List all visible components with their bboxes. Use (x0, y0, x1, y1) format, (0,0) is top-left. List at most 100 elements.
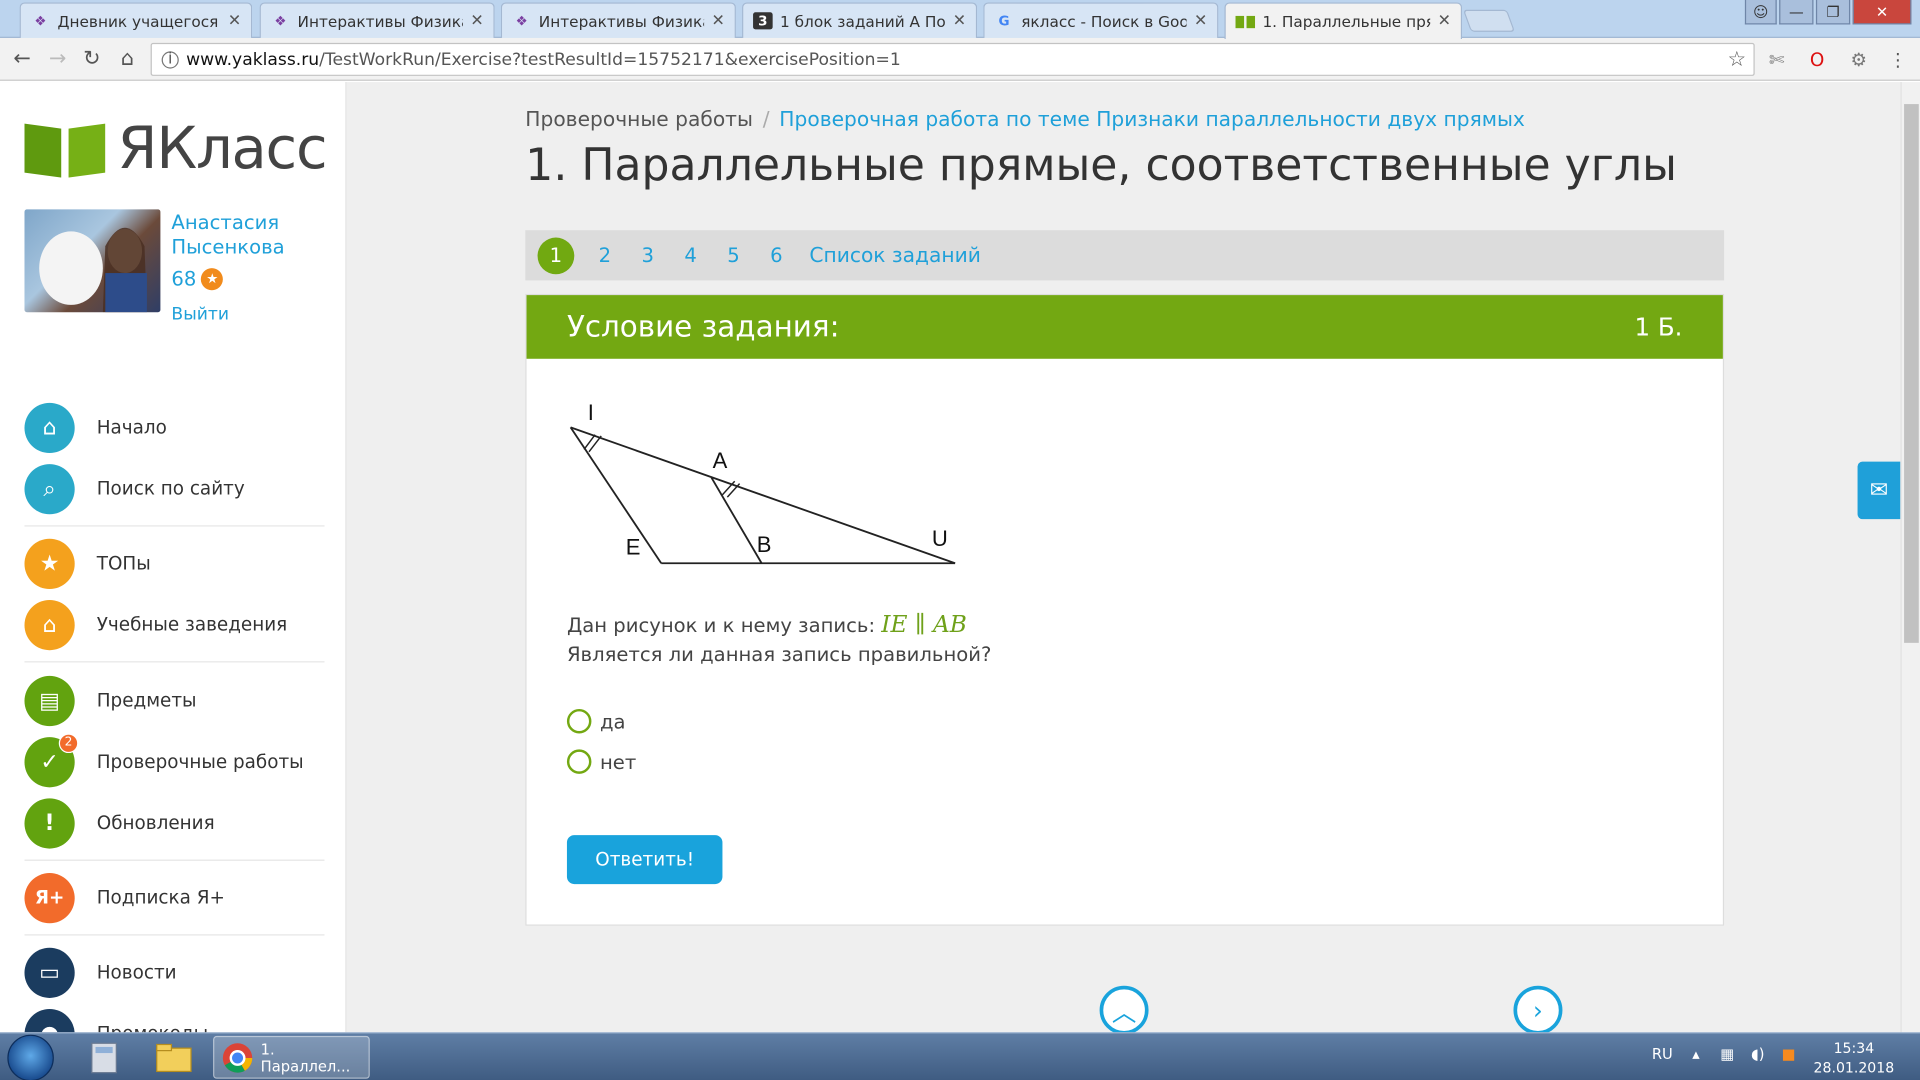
volume-icon[interactable]: ◖) (1751, 1046, 1764, 1063)
avatar[interactable] (24, 209, 161, 313)
tray-app-icon[interactable]: ■ (1782, 1046, 1796, 1063)
divider (24, 934, 325, 936)
forward-arrow-icon[interactable]: → (44, 45, 71, 72)
profile-icon[interactable]: ☺ (1744, 0, 1777, 25)
sidebar-item-subscription[interactable]: Я+ Подписка Я+ (24, 872, 225, 923)
browser-tab-active[interactable]: 1. Параллельные прямь ✕ (1224, 2, 1463, 40)
back-arrow-icon[interactable]: ← (9, 45, 36, 72)
breadcrumb-root[interactable]: Проверочные работы (525, 108, 753, 131)
system-clock[interactable]: 15:34 28.01.2018 (1810, 1038, 1898, 1077)
browser-tab-strip: ❖ Дневник учащегося УМ ✕ ❖ Интерактивы Ф… (0, 0, 1920, 40)
radio-button[interactable] (566, 708, 592, 734)
question-number-link[interactable]: 2 (593, 244, 617, 267)
task-list-link[interactable]: Список заданий (809, 244, 981, 267)
scroll-up-button[interactable]: ︿ (1099, 985, 1149, 1033)
answer-option-no[interactable]: нет (566, 749, 636, 774)
submit-answer-button[interactable]: Ответить! (566, 835, 723, 885)
star-icon: ★ (24, 538, 75, 589)
question-number-link[interactable]: 5 (721, 244, 745, 267)
info-icon[interactable]: i (161, 50, 179, 69)
question-number-link[interactable]: 3 (636, 244, 660, 267)
sidebar-item-updates[interactable]: ! Обновления (24, 797, 215, 848)
home-icon: ⌂ (24, 402, 75, 453)
yaklass-logo[interactable]: ЯКласс (24, 115, 328, 182)
logout-link[interactable]: Выйти (171, 305, 229, 325)
task-header-title: Условие задания: (566, 309, 840, 345)
browser-tab[interactable]: 3 1 блок заданий А По ср ✕ (742, 2, 978, 38)
yaklass-icon (1235, 13, 1256, 30)
task-question-text: Является ли данная запись правильной? (566, 642, 992, 667)
task-card: Условие задания: 1 Б. I A E B U Дан рису… (525, 293, 1725, 926)
answer-option-yes[interactable]: да (566, 708, 626, 734)
close-window-button[interactable]: ✕ (1852, 0, 1912, 25)
start-button[interactable] (7, 1034, 54, 1080)
sidebar-item-tops[interactable]: ★ ТОПы (24, 538, 151, 589)
close-tab-icon[interactable]: ✕ (953, 12, 966, 30)
task-question: Дан рисунок и к нему запись: IE ∥ AB Явл… (567, 610, 991, 670)
bookmark-star-icon[interactable]: ☆ (1727, 48, 1746, 72)
sidebar-item-search[interactable]: ⌕ Поиск по сайту (24, 463, 245, 514)
chat-icon: ▭ (24, 947, 75, 998)
sidebar-item-schools[interactable]: ⌂ Учебные заведения (24, 599, 287, 650)
exclamation-icon: ! (24, 797, 75, 848)
question-number-link[interactable]: 6 (764, 244, 788, 267)
sidebar-item-tests[interactable]: ✓ 2 Проверочные работы (24, 732, 304, 787)
question-navigation: 1 2 3 4 5 6 Список заданий (525, 230, 1725, 281)
address-bar[interactable]: i www.yaklass.ru/TestWorkRun/Exercise?te… (150, 42, 1755, 76)
browser-tab[interactable]: ❖ Интерактивы Физика 7- ✕ (259, 2, 495, 38)
close-tab-icon[interactable]: ✕ (712, 12, 725, 30)
sidebar-item-subjects[interactable]: ▤ Предметы (24, 675, 197, 726)
taskbar-chrome-window[interactable]: 1. Параллел... (213, 1035, 370, 1079)
opera-icon[interactable]: O (1804, 47, 1831, 74)
scrollbar-thumb[interactable] (1904, 104, 1919, 643)
next-question-button[interactable]: › (1513, 985, 1563, 1033)
line-IE (569, 426, 662, 564)
question-number-current[interactable]: 1 (537, 236, 575, 274)
tray-expand-icon[interactable]: ▴ (1692, 1046, 1699, 1063)
book-icon: ▤ (24, 675, 75, 726)
close-tab-icon[interactable]: ✕ (1194, 12, 1207, 30)
minimize-button[interactable]: — (1779, 0, 1814, 25)
task-prompt: Дан рисунок и к нему запись: (566, 613, 876, 637)
maximize-button[interactable]: ❐ (1815, 0, 1851, 25)
user-points: 68 ★ (171, 267, 224, 290)
browser-tab[interactable]: ❖ Интерактивы Физика 7- ✕ (500, 2, 736, 38)
sidebar-item-news[interactable]: ▭ Новости (24, 947, 177, 998)
question-number-link[interactable]: 4 (678, 244, 702, 267)
close-tab-icon[interactable]: ✕ (1438, 12, 1451, 30)
reload-icon[interactable]: ↻ (78, 45, 105, 72)
radio-button[interactable] (566, 749, 592, 774)
google-icon: G (998, 12, 1010, 29)
sidebar-item-promo[interactable]: ● Промокоды (24, 1008, 208, 1033)
close-tab-icon[interactable]: ✕ (228, 12, 241, 30)
divider (24, 859, 325, 861)
sidebar: ЯКласс Анастасия Пысенкова 68 ★ Выйти ⌂ Н… (0, 82, 347, 1033)
breadcrumb-current[interactable]: Проверочная работа по теме Признаки пара… (779, 108, 1525, 131)
calculator-icon[interactable] (76, 1036, 132, 1079)
line-AB (710, 477, 763, 564)
check-icon: ✓ 2 (24, 732, 79, 787)
label-B: B (757, 532, 772, 557)
chrome-icon (222, 1042, 253, 1073)
extension-icon[interactable]: ✄ (1763, 47, 1790, 74)
close-tab-icon[interactable]: ✕ (470, 12, 483, 30)
breadcrumb-separator: / (762, 107, 770, 132)
user-name[interactable]: Анастасия Пысенкова (171, 211, 330, 260)
browser-tab[interactable]: G якласс - Поиск в Google ✕ (983, 2, 1219, 38)
chevron-up-icon: ︿ (1111, 997, 1137, 1027)
yaplus-icon: Я+ (24, 872, 75, 923)
sidebar-item-home[interactable]: ⌂ Начало (24, 402, 167, 453)
label-U: U (932, 526, 948, 551)
folder-icon[interactable] (144, 1036, 203, 1079)
label-A: A (713, 448, 728, 473)
network-icon[interactable]: ▦ (1720, 1046, 1734, 1063)
angle-mark (588, 435, 602, 453)
new-tab-button[interactable] (1462, 9, 1516, 32)
extension-badge-icon[interactable]: ⚙ (1845, 47, 1872, 74)
home-icon[interactable]: ⌂ (114, 45, 141, 72)
browser-tab[interactable]: ❖ Дневник учащегося УМ ✕ (19, 2, 253, 38)
menu-dots-icon[interactable]: ⋮ (1884, 47, 1911, 74)
language-indicator[interactable]: RU (1652, 1046, 1673, 1063)
feedback-mail-button[interactable]: ✉ (1857, 461, 1901, 520)
page-scrollbar[interactable] (1900, 82, 1920, 1033)
